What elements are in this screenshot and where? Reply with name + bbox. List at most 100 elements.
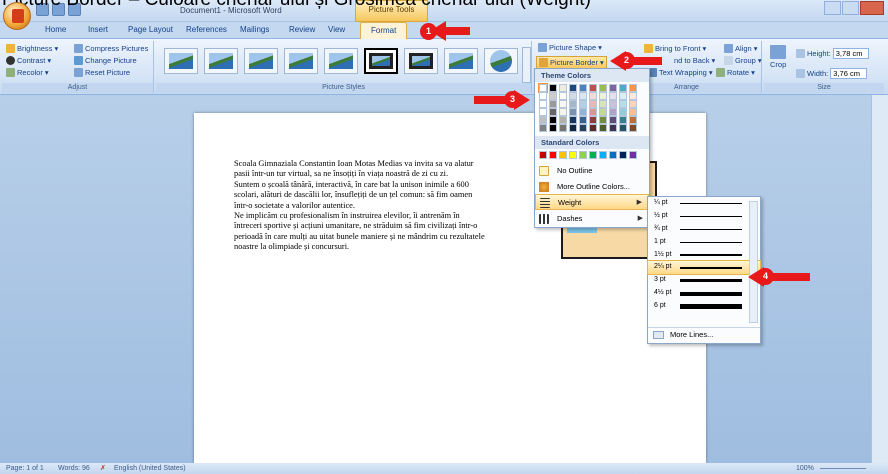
theme-shade-swatch[interactable] [539, 100, 547, 108]
picture-style-thumb[interactable] [284, 48, 318, 74]
recolor-button[interactable]: Recolor ▾ [6, 68, 49, 77]
contrast-button[interactable]: Contrast ▾ [6, 56, 51, 65]
tab-references[interactable]: References [186, 25, 227, 34]
theme-shade-swatch[interactable] [559, 92, 567, 100]
theme-shade-swatch[interactable] [589, 116, 597, 124]
theme-shade-swatch[interactable] [599, 92, 607, 100]
theme-color-swatch[interactable] [579, 84, 587, 92]
theme-shade-swatch[interactable] [599, 124, 607, 132]
theme-color-swatch[interactable] [609, 84, 617, 92]
theme-shade-swatch[interactable] [549, 124, 557, 132]
picture-style-thumb[interactable] [164, 48, 198, 74]
width-input[interactable]: 3,76 cm [830, 68, 867, 79]
standard-color-swatch[interactable] [629, 151, 637, 159]
status-words[interactable]: Words: 96 [58, 463, 90, 474]
theme-shade-swatch[interactable] [599, 108, 607, 116]
rotate-button[interactable]: Rotate ▾ [716, 68, 755, 77]
picture-style-thumb-selected[interactable] [364, 48, 398, 74]
picture-style-thumb[interactable] [404, 48, 438, 74]
theme-shade-swatch[interactable] [619, 108, 627, 116]
document-text[interactable]: Scoala Gimnaziala Constantin Ioan Motas … [234, 159, 548, 253]
theme-shade-swatch[interactable] [619, 100, 627, 108]
picture-style-thumb[interactable] [204, 48, 238, 74]
no-outline-item[interactable]: No Outline [535, 162, 649, 178]
tab-mailings[interactable]: Mailings [240, 25, 269, 34]
brightness-button[interactable]: Brightness ▾ [6, 44, 58, 53]
theme-shade-swatch[interactable] [569, 116, 577, 124]
theme-shade-swatch[interactable] [559, 108, 567, 116]
theme-shade-swatch[interactable] [619, 92, 627, 100]
theme-shade-swatch[interactable] [609, 108, 617, 116]
standard-color-swatch[interactable] [579, 151, 587, 159]
theme-color-swatch[interactable] [629, 84, 637, 92]
weight-option[interactable]: 4½ pt [648, 287, 760, 300]
theme-shade-swatch[interactable] [569, 100, 577, 108]
theme-shade-swatch[interactable] [579, 92, 587, 100]
theme-shade-swatch[interactable] [559, 124, 567, 132]
tab-insert[interactable]: Insert [88, 25, 108, 34]
dashes-item[interactable]: Dashes ▶ [535, 210, 649, 226]
theme-shade-swatch[interactable] [629, 116, 637, 124]
theme-shade-swatch[interactable] [629, 108, 637, 116]
weight-option[interactable]: 3 pt [648, 274, 760, 287]
theme-shade-swatch[interactable] [609, 92, 617, 100]
theme-shade-swatch[interactable] [619, 116, 627, 124]
theme-shade-swatch[interactable] [609, 116, 617, 124]
theme-color-swatch[interactable] [549, 84, 557, 92]
theme-shade-swatch[interactable] [549, 108, 557, 116]
standard-color-swatch[interactable] [599, 151, 607, 159]
send-to-back-button[interactable]: nd to Back ▾ [674, 56, 715, 65]
standard-color-swatch[interactable] [589, 151, 597, 159]
theme-shade-swatch[interactable] [579, 124, 587, 132]
weight-option[interactable]: 2¼ pt [647, 260, 761, 276]
theme-shade-swatch[interactable] [619, 124, 627, 132]
crop-button[interactable]: Crop [770, 45, 786, 69]
tab-home[interactable]: Home [45, 25, 66, 34]
weight-option[interactable]: ¼ pt [648, 197, 760, 210]
theme-color-swatch[interactable] [589, 84, 597, 92]
align-button[interactable]: Align ▾ [724, 44, 757, 53]
standard-color-swatch[interactable] [569, 151, 577, 159]
picture-shape-button[interactable]: Picture Shape ▾ [538, 43, 602, 52]
change-picture-button[interactable]: Change Picture [74, 56, 137, 65]
picture-style-thumb[interactable] [324, 48, 358, 74]
more-outline-colors-item[interactable]: More Outline Colors... [535, 178, 649, 194]
standard-color-swatch[interactable] [539, 151, 547, 159]
zoom-level[interactable]: 100% [796, 463, 814, 474]
theme-shade-swatch[interactable] [609, 124, 617, 132]
theme-shade-swatch[interactable] [609, 100, 617, 108]
standard-color-swatch[interactable] [609, 151, 617, 159]
compress-pictures-button[interactable]: Compress Pictures [74, 44, 148, 53]
tab-page-layout[interactable]: Page Layout [128, 25, 173, 34]
height-input[interactable]: 3,78 cm [832, 48, 870, 59]
group-button[interactable]: Group ▾ [724, 56, 762, 65]
theme-shade-swatch[interactable] [569, 108, 577, 116]
theme-shade-swatch[interactable] [559, 100, 567, 108]
theme-shade-swatch[interactable] [549, 116, 557, 124]
weight-scrollbar[interactable] [749, 201, 758, 323]
weight-option[interactable]: 1 pt [648, 236, 760, 249]
theme-shade-swatch[interactable] [589, 124, 597, 132]
weight-item[interactable]: Weight ▶ [535, 194, 649, 210]
picture-style-thumb[interactable] [444, 48, 478, 74]
standard-color-swatch[interactable] [619, 151, 627, 159]
weight-option[interactable]: 6 pt [648, 300, 760, 313]
tab-view[interactable]: View [328, 25, 345, 34]
theme-shade-swatch[interactable] [589, 108, 597, 116]
office-button[interactable] [3, 2, 31, 30]
theme-shade-swatch[interactable] [559, 116, 567, 124]
proofing-icon[interactable]: ✗ [100, 463, 106, 474]
theme-shade-swatch[interactable] [579, 116, 587, 124]
zoom-slider[interactable] [820, 468, 866, 469]
theme-shade-swatch[interactable] [549, 92, 557, 100]
theme-shade-swatch[interactable] [549, 100, 557, 108]
weight-option[interactable]: ¾ pt [648, 223, 760, 236]
status-page[interactable]: Page: 1 of 1 [6, 463, 44, 474]
theme-shade-swatch[interactable] [569, 124, 577, 132]
weight-option[interactable]: ½ pt [648, 210, 760, 223]
theme-shade-swatch[interactable] [539, 116, 547, 124]
theme-shade-swatch[interactable] [629, 92, 637, 100]
picture-style-thumb[interactable] [484, 48, 518, 74]
status-language[interactable]: English (United States) [114, 463, 186, 474]
theme-shade-swatch[interactable] [629, 124, 637, 132]
